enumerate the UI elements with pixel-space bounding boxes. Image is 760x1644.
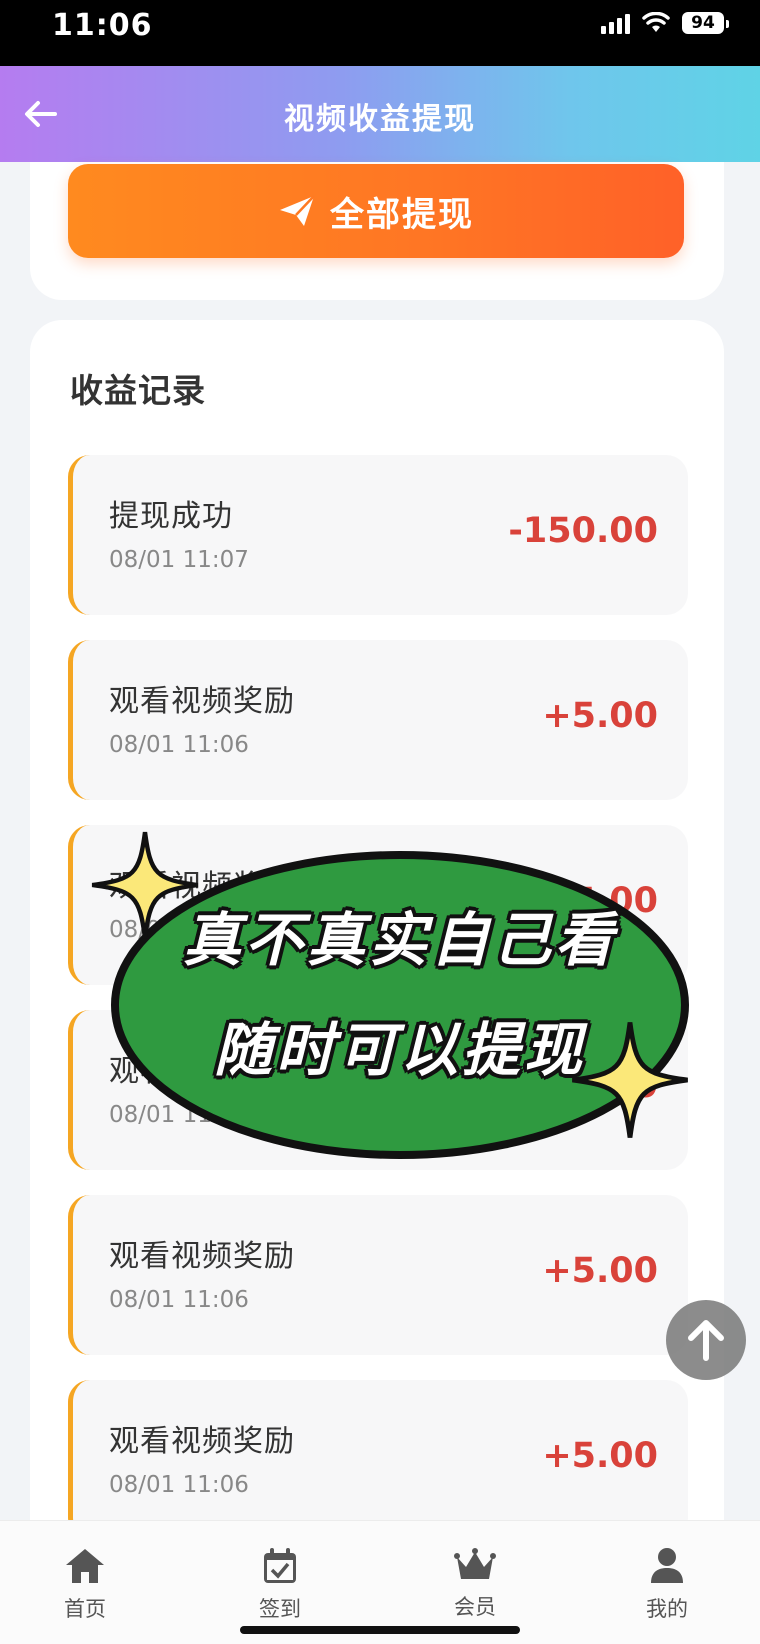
scroll-top-button[interactable] (666, 1300, 746, 1380)
records-title: 收益记录 (70, 371, 206, 410)
nav-item-mine[interactable]: 我的 (612, 1547, 722, 1623)
record-time: 08/01 11:06 (109, 917, 249, 943)
crown-icon (454, 1548, 496, 1579)
nav-item-home[interactable]: 首页 (30, 1547, 140, 1623)
records-card: 收益记录 提现成功 08/01 11:07 -150.00 观看视频奖励 08/… (30, 320, 724, 1644)
withdraw-all-label: 全部提现 (330, 194, 474, 235)
record-item: 观看视频奖励 08/01 11:06 +5.00 (68, 640, 688, 800)
nav-label-checkin: 签到 (259, 1597, 301, 1621)
record-amount: -150.00 (508, 511, 658, 551)
record-item: 提现成功 08/01 11:07 -150.00 (68, 455, 688, 615)
record-time: 08/01 11:06 (109, 1287, 249, 1313)
signal-icon (601, 12, 630, 34)
record-title: 观看视频奖励 (109, 1239, 295, 1274)
record-title: 提现成功 (109, 499, 233, 534)
nav-label-member: 会员 (454, 1595, 496, 1619)
record-time: 08/01 11:06 (109, 1472, 249, 1498)
home-indicator (240, 1626, 520, 1634)
paper-plane-icon (280, 195, 315, 226)
wifi-icon (642, 12, 670, 34)
record-item: 观看视频奖励 08/01 11:06 +5.00 (68, 1010, 688, 1170)
record-time: 08/01 11:06 (109, 1102, 249, 1128)
nav-label-home: 首页 (64, 1597, 106, 1621)
record-amount: +5.00 (542, 696, 658, 736)
record-amount: +5.00 (542, 881, 658, 921)
status-bar: 11:06 94 (0, 0, 760, 66)
record-time: 08/01 11:06 (109, 732, 249, 758)
withdraw-all-button[interactable]: 全部提现 (68, 164, 684, 258)
nav-item-checkin[interactable]: 签到 (225, 1547, 335, 1623)
record-time: 08/01 11:07 (109, 547, 249, 573)
record-amount: +5.00 (542, 1066, 658, 1106)
arrow-up-icon (688, 1320, 724, 1361)
record-amount: +5.00 (542, 1251, 658, 1291)
nav-item-member[interactable]: 会员 (420, 1547, 530, 1621)
home-icon (66, 1549, 104, 1583)
page-header: 视频收益提现 (0, 66, 760, 162)
record-title: 观看视频奖励 (109, 1054, 295, 1089)
battery-indicator: 94 (682, 12, 729, 34)
nav-label-mine: 我的 (646, 1597, 688, 1621)
record-item: 观看视频奖励 08/01 11:06 +5.00 (68, 1380, 688, 1540)
calendar-check-icon (264, 1548, 296, 1583)
record-title: 观看视频奖励 (109, 684, 295, 719)
withdraw-card: 全部提现 (30, 162, 724, 300)
record-item: 观看视频奖励 08/01 11:06 +5.00 (68, 1195, 688, 1355)
status-time: 11:06 (52, 8, 153, 43)
record-item: 观看视频奖励 08/01 11:06 +5.00 (68, 825, 688, 985)
record-title: 观看视频奖励 (109, 1424, 295, 1459)
status-icons: 94 (601, 12, 729, 34)
user-icon (651, 1548, 683, 1583)
record-amount: +5.00 (542, 1436, 658, 1476)
record-title: 观看视频奖励 (109, 869, 295, 904)
page-title: 视频收益提现 (284, 102, 476, 137)
